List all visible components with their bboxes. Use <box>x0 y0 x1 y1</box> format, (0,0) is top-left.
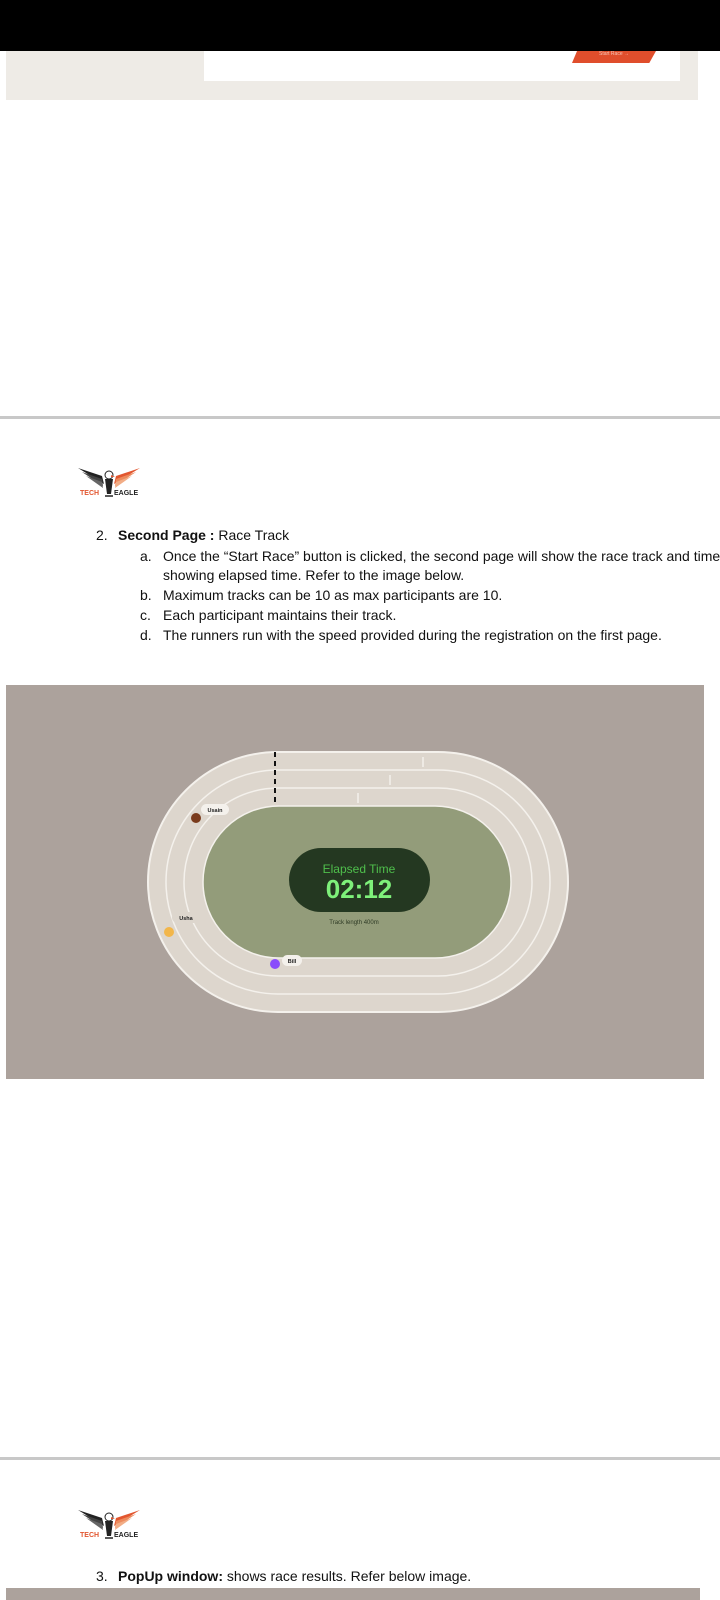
elapsed-value: 02:12 <box>326 874 393 904</box>
runner-name: Bill <box>288 959 297 965</box>
section-text: shows race results. Refer below image. <box>226 1568 472 1584</box>
tech-eagle-logo: TECH EAGLE <box>74 462 144 507</box>
section-number: 2. <box>96 527 108 543</box>
section-2-heading: 2. Second Page : Race Track <box>96 526 289 545</box>
list-letter: b. <box>140 587 152 603</box>
list-letter: d. <box>140 627 152 643</box>
logo-tech-text: TECH <box>80 1532 100 1539</box>
section-heading: PopUp window: <box>118 1568 223 1584</box>
section-3-heading: 3. PopUp window: shows race results. Refe… <box>96 1567 471 1586</box>
list-text: The runners run with the speed provided … <box>163 627 662 643</box>
track-length: Track length 400m <box>329 920 378 926</box>
start-race-button: Start Race → <box>572 51 656 63</box>
logo-tech-text: TECH <box>80 490 100 497</box>
section-number: 3. <box>96 1568 108 1584</box>
runner-marker-bill <box>270 959 280 969</box>
runner-name: Usain <box>208 808 224 814</box>
logo-eagle-text: EAGLE <box>114 1532 139 1539</box>
section-title: Race Track <box>218 527 290 543</box>
runner-marker-usain <box>191 813 201 823</box>
popup-figure-strip <box>6 1588 700 1600</box>
race-track-figure: Elapsed Time 02:12 Track length 400m Usa… <box>6 685 704 1079</box>
status-bar <box>0 0 720 51</box>
section-heading: Second Page : <box>118 527 215 543</box>
list-letter: a. <box>140 548 152 564</box>
list-letter: c. <box>140 607 151 623</box>
list-text: Maximum tracks can be 10 as max particip… <box>163 587 503 603</box>
logo-eagle-text: EAGLE <box>114 490 139 497</box>
page-break <box>0 416 720 419</box>
list-text: Each participant maintains their track. <box>163 607 397 623</box>
runner-marker-usha <box>164 927 174 937</box>
list-text: Once the “Start Race” button is clicked,… <box>163 548 720 583</box>
page-break <box>0 1457 720 1460</box>
race-track: Elapsed Time 02:12 Track length 400m Usa… <box>6 685 704 1079</box>
tech-eagle-logo: TECH EAGLE <box>74 1504 144 1549</box>
runner-name: Usha <box>179 916 193 922</box>
